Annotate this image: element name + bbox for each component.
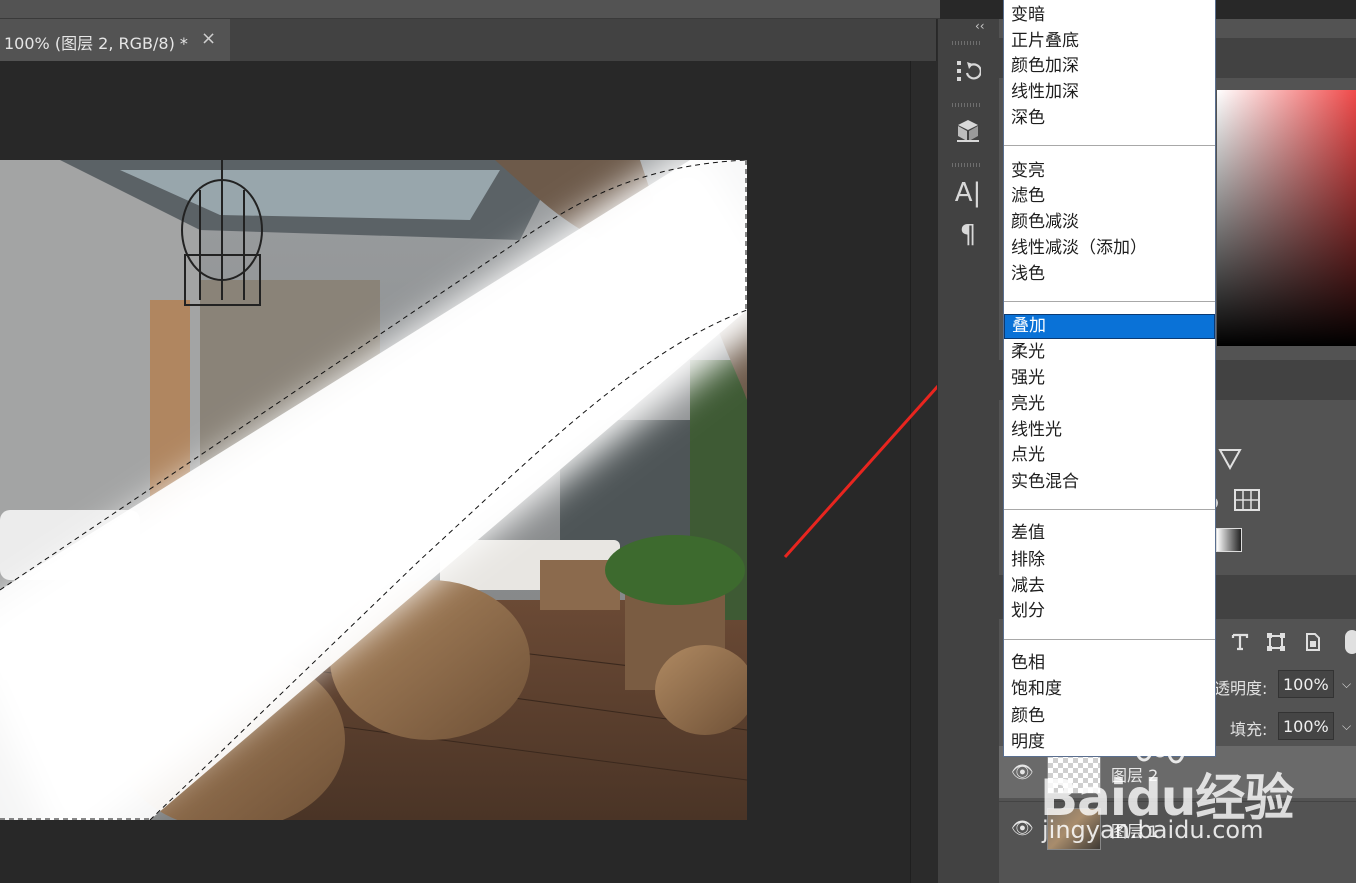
document-tab[interactable]: 100% (图层 2, RGB/8) * ×: [0, 19, 230, 61]
blend-mode-dropdown[interactable]: 变暗 正片叠底 颜色加深 线性加深 深色 变亮 滤色 颜色减淡 线性减淡（添加）…: [1003, 0, 1216, 757]
opacity-input[interactable]: 100%: [1278, 670, 1334, 698]
3d-cube-icon[interactable]: [948, 113, 988, 149]
triangle-icon[interactable]: [1218, 448, 1242, 470]
blend-mode-option[interactable]: 颜色: [1004, 704, 1215, 729]
menu-separator: [1004, 639, 1215, 640]
paragraph-icon[interactable]: ¶: [948, 217, 988, 253]
baidu-watermark: Baidu经验 jingyan.baidu.com: [1040, 736, 1350, 856]
blend-mode-option[interactable]: 差值: [1004, 521, 1215, 546]
patio-photo: [0, 160, 747, 820]
menu-separator: [1004, 145, 1215, 146]
blend-mode-option[interactable]: 线性减淡（添加）: [1004, 236, 1215, 261]
color-picker-field[interactable]: [1217, 90, 1356, 346]
blend-mode-option[interactable]: 颜色加深: [1004, 54, 1215, 79]
blend-mode-option[interactable]: 实色混合: [1004, 470, 1215, 495]
blend-mode-option[interactable]: 线性光: [1004, 418, 1215, 443]
filter-toggle-switch[interactable]: [1345, 630, 1356, 654]
document-tab-title: 100% (图层 2, RGB/8) *: [4, 34, 188, 53]
blend-mode-option[interactable]: 减去: [1004, 574, 1215, 599]
shape-filter-icon[interactable]: [1266, 632, 1286, 652]
visibility-eye-icon[interactable]: 👁: [1011, 818, 1034, 839]
strip-grip[interactable]: [952, 41, 982, 45]
blend-mode-option[interactable]: 线性加深: [1004, 80, 1215, 105]
blend-mode-option[interactable]: 色相: [1004, 651, 1215, 676]
blend-mode-option[interactable]: 变暗: [1004, 3, 1215, 28]
blend-mode-option[interactable]: 强光: [1004, 366, 1215, 391]
close-icon[interactable]: ×: [201, 28, 216, 49]
panel-icon-strip: A| ¶: [937, 19, 1000, 883]
blend-mode-option[interactable]: 饱和度: [1004, 677, 1215, 702]
strip-grip[interactable]: [952, 163, 982, 167]
blend-mode-option[interactable]: 浅色: [1004, 262, 1215, 287]
type-filter-icon[interactable]: [1230, 632, 1250, 652]
blend-mode-option[interactable]: 变亮: [1004, 159, 1215, 184]
blend-mode-option[interactable]: 滤色: [1004, 184, 1215, 209]
strip-grip[interactable]: [952, 103, 982, 107]
chevron-down-icon[interactable]: ⌵: [1342, 677, 1351, 692]
visibility-eye-icon[interactable]: 👁: [1011, 762, 1034, 783]
opacity-label: 透明度:: [1214, 679, 1268, 698]
gradient-map-icon[interactable]: [1216, 528, 1242, 552]
blend-mode-option[interactable]: 亮光: [1004, 392, 1215, 417]
character-icon[interactable]: A|: [948, 175, 988, 211]
options-bar: [0, 0, 940, 19]
smart-object-filter-icon[interactable]: [1303, 632, 1323, 652]
menu-separator: [1004, 509, 1215, 510]
blend-mode-option-selected[interactable]: 叠加: [1004, 314, 1215, 339]
collapse-panels-icon[interactable]: ‹‹: [975, 19, 985, 33]
watermark-url: jingyan.baidu.com: [1042, 816, 1264, 844]
menu-separator: [1004, 301, 1215, 302]
blend-mode-option[interactable]: 划分: [1004, 599, 1215, 624]
blend-mode-option[interactable]: 柔光: [1004, 340, 1215, 365]
grid-icon[interactable]: [1234, 489, 1260, 511]
chevron-down-icon[interactable]: ⌵: [1342, 719, 1351, 734]
history-icon[interactable]: [948, 54, 988, 90]
canvas-image[interactable]: [0, 160, 747, 820]
blend-mode-option[interactable]: 点光: [1004, 443, 1215, 468]
blend-mode-option[interactable]: 排除: [1004, 548, 1215, 573]
blend-mode-option[interactable]: 正片叠底: [1004, 29, 1215, 54]
blend-mode-option[interactable]: 深色: [1004, 106, 1215, 131]
blend-mode-option[interactable]: 颜色减淡: [1004, 210, 1215, 235]
